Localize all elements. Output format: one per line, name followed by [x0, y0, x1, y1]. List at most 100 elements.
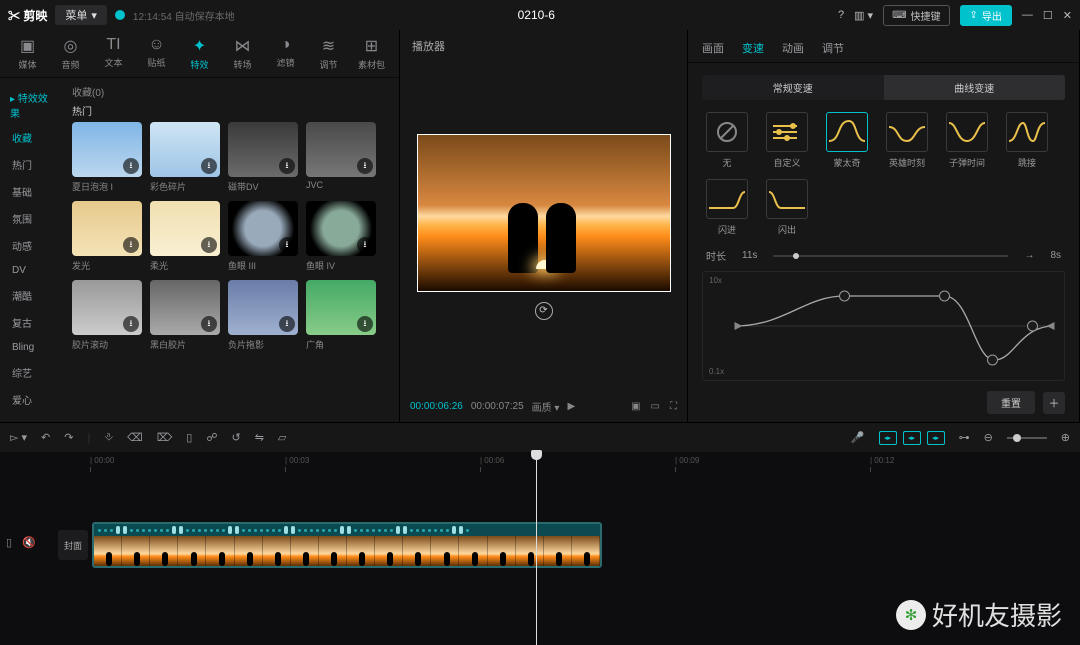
video-clip[interactable]: [92, 522, 602, 568]
speed-preset-跳接[interactable]: 跳接: [1002, 112, 1052, 169]
freeze-icon[interactable]: ☍: [206, 431, 217, 444]
menu-button[interactable]: 菜单 ▾: [55, 5, 107, 25]
add-node-button[interactable]: ＋: [1043, 392, 1065, 414]
window-maximize-icon[interactable]: ☐: [1043, 9, 1053, 22]
speed-preset-自定义[interactable]: 自定义: [762, 112, 812, 169]
speed-preset-闪出[interactable]: 闪出: [762, 179, 812, 236]
reverse-icon[interactable]: ↺: [231, 431, 240, 444]
effect-card[interactable]: ⭳负片拖影: [228, 280, 298, 351]
download-icon[interactable]: ⭳: [357, 237, 373, 253]
download-icon[interactable]: ⭳: [123, 316, 139, 332]
compare-icon[interactable]: ▣: [631, 401, 640, 412]
timeline-ruler[interactable]: | 00:00| 00:03| 00:06| 00:09| 00:12: [90, 456, 1080, 474]
effect-card[interactable]: ⭳黑白胶片: [150, 280, 220, 351]
sidebar-item-动感[interactable]: 动感: [0, 232, 64, 259]
crop-icon[interactable]: ▱: [278, 431, 286, 444]
sidebar-item-自然[interactable]: 自然: [0, 413, 64, 422]
snap-toggles[interactable]: ◂▸◂▸◂▸: [879, 431, 945, 445]
ratio-icon[interactable]: ▭: [651, 401, 660, 412]
export-button[interactable]: ⇪ 导出: [960, 5, 1012, 26]
download-icon[interactable]: ⭳: [201, 158, 217, 174]
window-close-icon[interactable]: ✕: [1063, 9, 1072, 22]
mic-icon[interactable]: 🎤: [851, 431, 865, 444]
download-icon[interactable]: ⭳: [357, 316, 373, 332]
speed-curve-graph[interactable]: 10x 0.1x: [702, 271, 1065, 381]
redo-icon[interactable]: ↷: [64, 431, 73, 444]
download-icon[interactable]: ⭳: [357, 158, 373, 174]
fullscreen-icon[interactable]: ⛶: [670, 401, 677, 412]
delete-right-icon[interactable]: ⌦: [157, 431, 173, 444]
inspector-tab-画面[interactable]: 画面: [702, 40, 724, 56]
download-icon[interactable]: ⭳: [123, 237, 139, 253]
effect-card[interactable]: ⭳柔光: [150, 201, 220, 272]
split-icon[interactable]: ⎀: [104, 431, 113, 444]
sidebar-item-Bling[interactable]: Bling: [0, 336, 64, 359]
inspector-tab-调节[interactable]: 调节: [822, 40, 844, 56]
asset-tab-转场[interactable]: ⋈转场: [221, 36, 264, 77]
effect-card[interactable]: ⭳夏日泡泡 I: [72, 122, 142, 193]
zoom-out-icon[interactable]: ⊖: [984, 431, 993, 444]
asset-tab-特效[interactable]: ✦特效: [178, 36, 221, 77]
player-viewport[interactable]: [417, 134, 671, 292]
delete-left-icon[interactable]: ⌫: [127, 431, 143, 444]
mirror-icon[interactable]: ⇋: [255, 431, 264, 444]
sidebar-item-复古[interactable]: 复古: [0, 309, 64, 336]
download-icon[interactable]: ⭳: [201, 237, 217, 253]
sidebar-item-潮酷[interactable]: 潮酷: [0, 282, 64, 309]
speed-preset-英雄时刻[interactable]: 英雄时刻: [882, 112, 932, 169]
seg-normal-speed[interactable]: 常规变速: [702, 75, 884, 100]
speed-preset-蒙太奇[interactable]: 蒙太奇: [822, 112, 872, 169]
sidebar-item-基础[interactable]: 基础: [0, 178, 64, 205]
quality-selector[interactable]: 画质 ▾: [532, 399, 560, 414]
undo-icon[interactable]: ↶: [41, 431, 50, 444]
track-mute-icon[interactable]: 🔇: [22, 536, 36, 549]
effect-card[interactable]: ⭳鱼眼 IV: [306, 201, 376, 272]
zoom-in-icon[interactable]: ⊕: [1061, 431, 1070, 444]
asset-tab-贴纸[interactable]: ☺贴纸: [135, 36, 178, 77]
effect-card[interactable]: ⭳磁带DV: [228, 122, 298, 193]
shortcuts-button[interactable]: ⌨ 快捷键: [883, 5, 949, 26]
asset-tab-文本[interactable]: TI文本: [92, 36, 135, 77]
layout-icon[interactable]: ▥ ▾: [854, 9, 873, 22]
sidebar-item-爱心[interactable]: 爱心: [0, 386, 64, 413]
speed-preset-子弹时间[interactable]: 子弹时间: [942, 112, 992, 169]
sidebar-item-收藏[interactable]: 收藏: [0, 124, 64, 151]
asset-tab-媒体[interactable]: ▣媒体: [6, 36, 49, 77]
sidebar-item-DV[interactable]: DV: [0, 259, 64, 282]
track-toggle-icon[interactable]: ▯: [6, 536, 12, 549]
playhead[interactable]: [536, 452, 537, 645]
effect-card[interactable]: ⭳发光: [72, 201, 142, 272]
delete-icon[interactable]: ▯: [186, 431, 192, 444]
speed-preset-闪进[interactable]: 闪进: [702, 179, 752, 236]
duration-slider[interactable]: [773, 255, 1008, 257]
window-minimize-icon[interactable]: —: [1022, 9, 1033, 21]
sidebar-item-热门[interactable]: 热门: [0, 151, 64, 178]
download-icon[interactable]: ⭳: [123, 158, 139, 174]
inspector-tab-变速[interactable]: 变速: [742, 40, 764, 56]
effect-card[interactable]: ⭳JVC: [306, 122, 376, 193]
effect-card[interactable]: ⭳广角: [306, 280, 376, 351]
help-icon[interactable]: ?: [838, 9, 844, 21]
effect-card[interactable]: ⭳鱼眼 III: [228, 201, 298, 272]
asset-tab-滤镜[interactable]: ◑滤镜: [264, 36, 307, 77]
effect-card[interactable]: ⭳胶片滚动: [72, 280, 142, 351]
reset-button[interactable]: 重置: [987, 391, 1035, 414]
speed-preset-无[interactable]: 无: [702, 112, 752, 169]
asset-tab-调节[interactable]: ≋调节: [307, 36, 350, 77]
download-icon[interactable]: ⭳: [279, 316, 295, 332]
play-button[interactable]: ▶: [567, 401, 575, 412]
sidebar-item-氛围[interactable]: 氛围: [0, 205, 64, 232]
align-icon[interactable]: ⊶: [959, 431, 970, 444]
asset-tab-素材包[interactable]: ⊞素材包: [350, 36, 393, 77]
asset-tab-音频[interactable]: ◎音频: [49, 36, 92, 77]
download-icon[interactable]: ⭳: [201, 316, 217, 332]
select-tool-icon[interactable]: ▻ ▾: [10, 431, 27, 444]
effect-card[interactable]: ⭳彩色碎片: [150, 122, 220, 193]
download-icon[interactable]: ⭳: [279, 237, 295, 253]
seg-curve-speed[interactable]: 曲线变速: [884, 75, 1066, 100]
rotate-button[interactable]: ⟳: [535, 302, 553, 320]
download-icon[interactable]: ⭳: [279, 158, 295, 174]
inspector-tab-动画[interactable]: 动画: [782, 40, 804, 56]
cover-button[interactable]: 封面: [58, 530, 88, 560]
sidebar-item-综艺[interactable]: 综艺: [0, 359, 64, 386]
